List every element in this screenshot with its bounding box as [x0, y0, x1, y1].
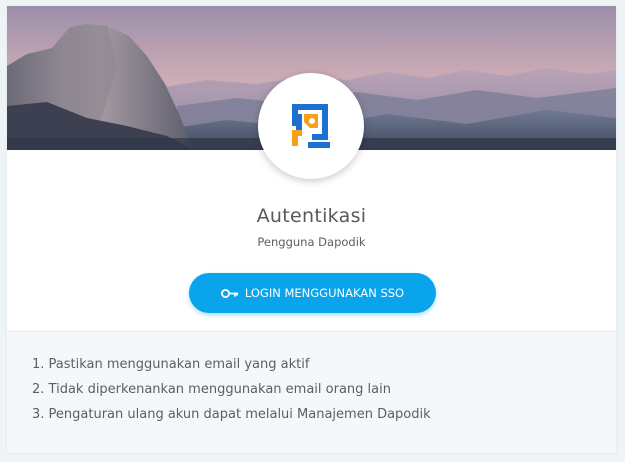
- list-item: 2. Tidak diperkenankan menggunakan email…: [32, 382, 391, 397]
- list-item: 1. Pastikan menggunakan email yang aktif: [32, 357, 310, 372]
- login-sso-label: LOGIN MENGGUNAKAN SSO: [244, 286, 405, 300]
- list-item: 3. Pengaturan ulang akun dapat melalui M…: [32, 407, 431, 422]
- notes-list: 1. Pastikan menggunakan email yang aktif…: [32, 352, 431, 427]
- logo-circle: [258, 73, 364, 179]
- key-icon: [220, 288, 238, 298]
- info-section: 1. Pastikan menggunakan email yang aktif…: [7, 331, 616, 453]
- page-subtitle: Pengguna Dapodik: [257, 235, 366, 249]
- dapodik-logo-icon: [292, 104, 330, 148]
- page-title: Autentikasi: [256, 205, 367, 227]
- login-card: Autentikasi Pengguna Dapodik LOGIN MENGG…: [7, 6, 616, 453]
- login-sso-button[interactable]: LOGIN MENGGUNAKAN SSO: [189, 273, 436, 313]
